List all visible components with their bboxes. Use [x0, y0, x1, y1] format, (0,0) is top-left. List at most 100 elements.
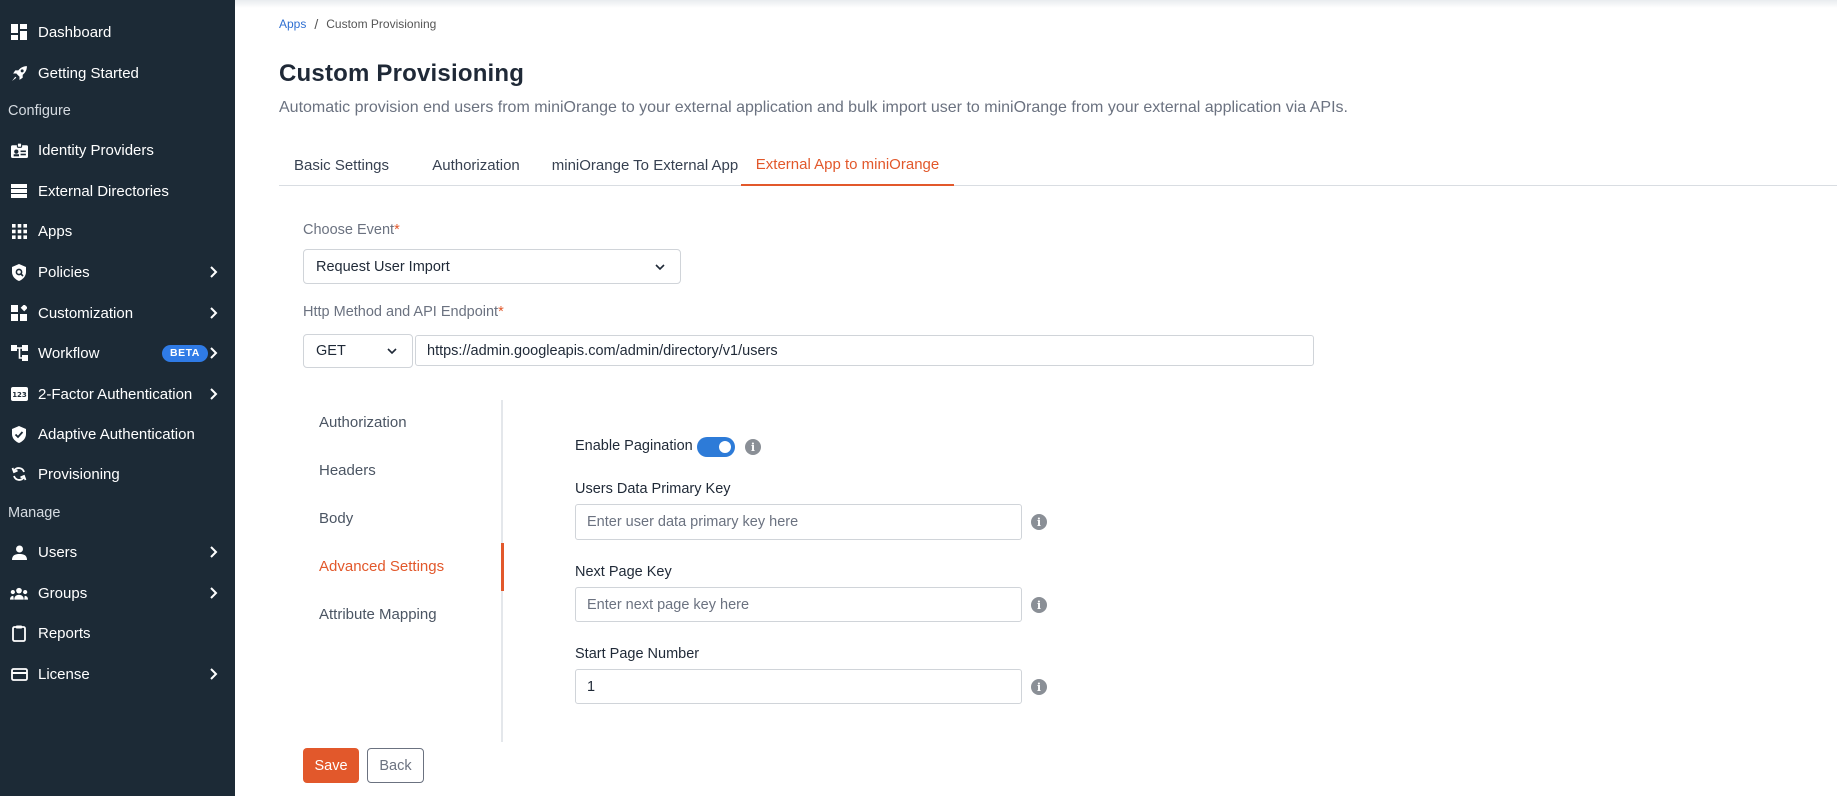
- chevron-right-icon: [210, 266, 218, 278]
- widgets-icon: [10, 304, 28, 322]
- sidebar-item-label: Dashboard: [38, 23, 112, 41]
- subnav-authorization[interactable]: Authorization: [319, 414, 407, 431]
- sidebar-item-groups[interactable]: Groups: [0, 576, 235, 610]
- sidebar-item-2fa[interactable]: 123 2-Factor Authentication: [0, 377, 235, 411]
- sidebar-item-workflow[interactable]: Workflow BETA: [0, 336, 235, 370]
- svg-text:123: 123: [12, 391, 27, 399]
- next-page-key-input[interactable]: [575, 587, 1022, 622]
- sidebar-item-policies[interactable]: Policies: [0, 255, 235, 289]
- beta-badge: BETA: [162, 345, 208, 362]
- http-method-value: GET: [316, 343, 346, 359]
- sidebar-item-apps[interactable]: Apps: [0, 214, 235, 248]
- sidebar-item-identity-providers[interactable]: Identity Providers: [0, 133, 235, 167]
- page-title: Custom Provisioning: [279, 60, 525, 87]
- tab-external-to-miniorange[interactable]: External App to miniOrange: [741, 145, 954, 186]
- tab-bar: Basic Settings Authorization miniOrange …: [279, 145, 1837, 186]
- chevron-right-icon: [210, 388, 218, 400]
- workflow-icon: [10, 344, 28, 362]
- sidebar-item-users[interactable]: Users: [0, 535, 235, 569]
- shield-icon: [10, 263, 28, 281]
- sidebar-item-customization[interactable]: Customization: [0, 296, 235, 330]
- chevron-right-icon: [210, 307, 218, 319]
- sidebar-item-label: Groups: [38, 584, 88, 602]
- choose-event-label: Choose Event*: [303, 222, 400, 238]
- sidebar-item-label: Identity Providers: [38, 141, 154, 159]
- section-label-configure: Configure: [8, 103, 71, 119]
- start-page-number-input[interactable]: [575, 669, 1022, 704]
- sidebar-item-label: 2-Factor Authentication: [38, 385, 193, 403]
- active-subnav-indicator: [501, 543, 504, 591]
- next-page-key-label: Next Page Key: [575, 564, 672, 580]
- apps-grid-icon: [10, 222, 28, 240]
- tab-authorization[interactable]: Authorization: [404, 145, 548, 186]
- chevron-right-icon: [210, 668, 218, 680]
- page-description: Automatic provision end users from miniO…: [279, 99, 1348, 116]
- sidebar-item-label: External Directories: [38, 182, 169, 200]
- rocket-icon: [10, 64, 28, 82]
- chevron-down-icon: [387, 348, 397, 355]
- breadcrumb-apps-link[interactable]: Apps: [279, 17, 306, 31]
- tab-miniorange-to-external[interactable]: miniOrange To External App: [548, 145, 742, 186]
- required-asterisk: *: [394, 222, 400, 238]
- choose-event-value: Request User Import: [316, 258, 450, 275]
- breadcrumb-current: Custom Provisioning: [326, 17, 437, 31]
- tab-basic-settings[interactable]: Basic Settings: [279, 145, 404, 186]
- card-icon: [10, 665, 28, 683]
- sidebar-item-label: Reports: [38, 624, 91, 642]
- sidebar-item-label: Adaptive Authentication: [38, 425, 195, 443]
- start-page-number-label: Start Page Number: [575, 646, 700, 662]
- sidebar-item-label: Getting Started: [38, 64, 139, 82]
- choose-event-select[interactable]: Request User Import: [303, 249, 681, 284]
- user-icon: [10, 543, 28, 561]
- api-endpoint-input[interactable]: [415, 335, 1314, 366]
- back-button[interactable]: Back: [367, 748, 424, 783]
- required-asterisk: *: [498, 304, 504, 320]
- subnav-attribute-mapping[interactable]: Attribute Mapping: [319, 606, 437, 623]
- breadcrumb: Apps / Custom Provisioning: [279, 16, 436, 32]
- sidebar-item-label: Policies: [38, 263, 90, 281]
- clipboard-icon: [10, 624, 28, 642]
- chevron-right-icon: [210, 587, 218, 599]
- http-method-select[interactable]: GET: [303, 334, 413, 368]
- verified-shield-icon: [10, 425, 28, 443]
- id-badge-icon: [10, 141, 28, 159]
- settings-subnav: Authorization Headers Body Advanced Sett…: [302, 400, 504, 742]
- primary-key-input[interactable]: [575, 504, 1022, 540]
- info-icon[interactable]: i: [1031, 679, 1047, 695]
- sidebar-item-adaptive-auth[interactable]: Adaptive Authentication: [0, 417, 235, 451]
- subnav-headers[interactable]: Headers: [319, 462, 376, 479]
- sidebar-item-dashboard[interactable]: Dashboard: [0, 15, 235, 49]
- sidebar-item-getting-started[interactable]: Getting Started: [0, 56, 235, 90]
- sidebar-item-external-directories[interactable]: External Directories: [0, 174, 235, 208]
- sidebar-item-provisioning[interactable]: Provisioning: [0, 457, 235, 491]
- sidebar-item-label: License: [38, 665, 90, 683]
- sidebar-item-label: Provisioning: [38, 465, 120, 483]
- two-factor-icon: 123: [10, 385, 28, 403]
- sync-icon: [10, 465, 28, 483]
- sidebar-item-license[interactable]: License: [0, 657, 235, 691]
- groups-icon: [10, 584, 28, 602]
- info-icon[interactable]: i: [1031, 597, 1047, 613]
- chevron-right-icon: [210, 546, 218, 558]
- chevron-down-icon: [655, 263, 665, 270]
- subnav-advanced-settings[interactable]: Advanced Settings: [319, 558, 444, 575]
- sidebar-item-label: Users: [38, 543, 78, 561]
- primary-key-label: Users Data Primary Key: [575, 481, 731, 497]
- section-label-manage: Manage: [8, 505, 61, 521]
- info-icon[interactable]: i: [1031, 514, 1047, 530]
- sidebar-item-reports[interactable]: Reports: [0, 616, 235, 650]
- chevron-right-icon: [210, 347, 218, 359]
- save-button[interactable]: Save: [303, 748, 359, 783]
- directory-icon: [10, 182, 28, 200]
- info-icon[interactable]: i: [745, 439, 761, 455]
- http-method-label: Http Method and API Endpoint*: [303, 304, 504, 320]
- sidebar: Dashboard Getting Started Configure Iden…: [0, 0, 235, 796]
- sidebar-item-label: Apps: [38, 222, 73, 240]
- dashboard-icon: [10, 23, 28, 41]
- toggle-knob: [719, 441, 731, 453]
- enable-pagination-label: Enable Pagination: [575, 438, 693, 454]
- subnav-body[interactable]: Body: [319, 510, 353, 527]
- sidebar-item-label: Workflow: [38, 344, 100, 362]
- breadcrumb-separator: /: [314, 16, 319, 32]
- enable-pagination-toggle[interactable]: [697, 437, 735, 457]
